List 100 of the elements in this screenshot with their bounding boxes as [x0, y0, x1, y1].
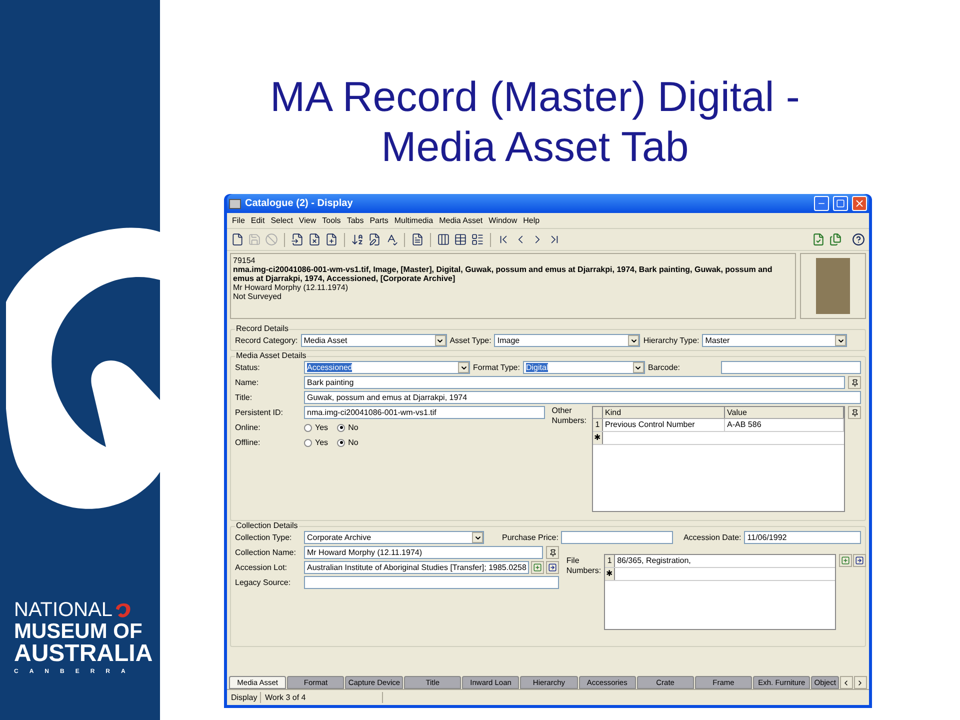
radio-button[interactable]: No [337, 422, 358, 433]
summary-text: nma.img-ci20041086-001-wm-vs1.tif, Image, [Master], Digital, Guwak, possum and emus at Djarrakpi, 1974, Bark painting, Guwak, possum and emus at Djarrakpi, 1974, Accessioned, [Corporate Archive] [233, 265, 774, 283]
menu-item[interactable]: Select [268, 215, 296, 226]
menu-item[interactable]: Edit [248, 215, 268, 226]
table-cell-text: 86/365, Registration, [616, 555, 692, 567]
summary-text: Mr Howard Morphy (12.11.1974) [233, 283, 350, 292]
photo-placeholder [800, 253, 866, 319]
new-row-marker: ✱ [593, 432, 604, 444]
menu-item[interactable]: Tools [319, 215, 344, 226]
dropdown[interactable]: Accessioned [304, 361, 470, 374]
dropdown[interactable]: Digital [522, 361, 645, 374]
dropdown[interactable]: Master [702, 334, 848, 347]
dropdown[interactable]: Media Asset [300, 334, 447, 347]
input-field[interactable]: nma.img-ci20041086-001-wm-vs1.tif [304, 406, 545, 419]
field-label: Format Type: [473, 362, 520, 373]
column-header[interactable]: Value [725, 407, 844, 418]
add-icon[interactable] [531, 561, 544, 574]
table-cell: Previous Control Number [603, 419, 726, 431]
edit-file-icon[interactable] [368, 233, 381, 246]
status-text: Work 3 of 4 [263, 692, 383, 703]
scroll-right-icon[interactable] [854, 676, 867, 689]
input-field[interactable] [304, 576, 560, 589]
field-label: Title: [235, 392, 254, 403]
input-field[interactable]: Australian Institute of Aboriginal Studies [Transfer]; 1985.0258 [304, 561, 530, 574]
menu-item[interactable]: File [229, 215, 248, 226]
delete-file-icon[interactable] [308, 233, 321, 246]
close-icon[interactable] [852, 196, 867, 211]
add-file-icon[interactable] [325, 233, 338, 246]
spell-check-icon[interactable] [385, 233, 398, 246]
import-file-icon[interactable] [291, 233, 304, 246]
field-label: Name: [235, 377, 260, 388]
help-icon[interactable] [852, 233, 865, 246]
group-title: Record Details [235, 324, 290, 334]
input-field[interactable]: Mr Howard Morphy (12.11.1974) [304, 546, 544, 559]
field-label: Asset Type: [450, 335, 492, 346]
columns-view-icon[interactable] [437, 233, 450, 246]
input-field[interactable]: Bark painting [304, 376, 845, 389]
row-number: 1 [605, 555, 616, 567]
group-title: Collection Details [235, 521, 299, 531]
field-label: Status: [235, 362, 261, 373]
field-label: Online: [235, 422, 262, 433]
column-header[interactable]: Kind [603, 407, 726, 418]
app-icon [229, 198, 241, 208]
scroll-left-icon[interactable] [840, 676, 853, 689]
arrow-right-icon[interactable] [853, 554, 866, 567]
field-label: Collection Name: [235, 547, 297, 558]
menu-item[interactable]: Multimedia [391, 215, 436, 226]
summary-text: 79154 [233, 256, 256, 265]
radio-button[interactable]: Yes [304, 422, 328, 433]
pin-icon[interactable] [848, 406, 861, 419]
logo-text: MUSEUM OF [14, 621, 144, 642]
field-label: Purchase Price: [502, 532, 558, 543]
menu-item[interactable]: View [296, 215, 320, 226]
field-label: Collection Type: [235, 532, 293, 543]
input-field[interactable]: Guwak, possum and emus at Djarrakpi, 1974 [304, 391, 861, 404]
document-icon[interactable] [411, 233, 424, 246]
menu-item[interactable]: Window [486, 215, 520, 226]
input-field[interactable] [720, 361, 861, 374]
field-label: Accession Date: [683, 532, 742, 543]
add-icon[interactable] [839, 554, 852, 567]
dropdown[interactable]: Image [494, 334, 640, 347]
pin-icon[interactable] [546, 546, 560, 559]
input-field[interactable]: 11/06/1992 [744, 531, 861, 544]
sort-icon[interactable] [351, 233, 364, 246]
field-label: Accession Lot: [235, 562, 288, 573]
menu-item[interactable]: Media Asset [436, 215, 486, 226]
radio-button[interactable]: No [337, 437, 358, 448]
window-title: Catalogue (2) - Display [245, 197, 354, 211]
field-label: Legacy Source: [235, 577, 292, 588]
files-icon[interactable] [829, 233, 842, 246]
logo-swirl-icon [114, 600, 132, 620]
slide-title: Media Asset Tab [381, 122, 689, 172]
row-number: 1 [593, 419, 604, 431]
menu-item[interactable]: Help [520, 215, 543, 226]
field-label: Persistent ID: [235, 407, 284, 418]
summary-text: Not Surveyed [233, 292, 282, 301]
field-label: Record Category: [235, 335, 298, 346]
field-label: Offline: [235, 437, 262, 448]
new-file-icon[interactable] [231, 233, 244, 246]
table-view-icon[interactable] [454, 233, 467, 246]
logo-text: NATIONAL [14, 600, 113, 621]
group-title: Media Asset Details [235, 351, 308, 361]
table-cell: A-AB 586 [725, 419, 844, 431]
menu-item[interactable]: Tabs [344, 215, 367, 226]
dropdown[interactable]: Corporate Archive [304, 531, 484, 544]
field-label: Hierarchy Type: [643, 335, 700, 346]
logo-text: AUSTRALIA [14, 642, 154, 666]
pin-icon[interactable] [848, 376, 861, 389]
status-text: Display [229, 692, 261, 703]
field-label: File Numbers: [566, 556, 602, 577]
field-label: Barcode: [648, 362, 682, 373]
minimize-icon[interactable] [814, 196, 829, 211]
arrow-right-icon[interactable] [546, 561, 560, 574]
file-check-icon[interactable] [812, 233, 825, 246]
maximize-icon[interactable] [833, 196, 848, 211]
radio-button[interactable]: Yes [304, 437, 328, 448]
slide-title: MA Record (Master) Digital - [270, 72, 800, 122]
input-field[interactable] [561, 531, 674, 544]
field-label: Other Numbers: [552, 406, 588, 427]
menu-item[interactable]: Parts [366, 215, 392, 226]
